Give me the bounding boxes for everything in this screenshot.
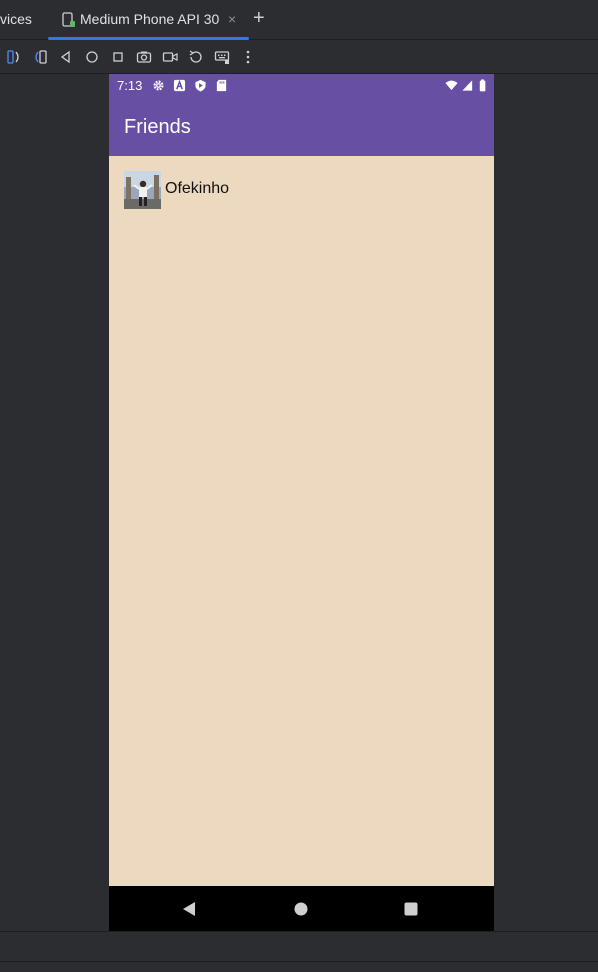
status-time: 7:13: [117, 78, 143, 93]
signal-icon: [462, 80, 473, 91]
recents-icon: [404, 902, 418, 915]
rotate-icon[interactable]: [188, 49, 204, 65]
phone-device-icon: [62, 12, 75, 27]
battery-icon: [479, 79, 486, 92]
friends-list: Ofekinho: [109, 156, 494, 886]
phone-screen[interactable]: 7:13 Friends Ofekinho: [109, 74, 494, 931]
home-icon: [294, 902, 308, 915]
add-tab-icon[interactable]: +: [253, 6, 265, 30]
tab-devices[interactable]: vices: [0, 11, 32, 27]
nav-home-button[interactable]: [271, 886, 331, 931]
avatar: [124, 171, 161, 209]
list-item[interactable]: Ofekinho: [124, 171, 479, 209]
friend-name: Ofekinho: [165, 180, 230, 197]
nav-recents-button[interactable]: [381, 886, 441, 931]
a-badge-icon: [173, 79, 186, 92]
wifi-icon: [445, 80, 458, 91]
emulator-toolbar: [0, 41, 598, 74]
back-icon[interactable]: [58, 49, 74, 65]
app-bar: Friends: [109, 98, 494, 156]
home-icon[interactable]: [84, 49, 100, 65]
tab-label: Medium Phone API 30: [80, 11, 220, 27]
tab-bar: vices Medium Phone API 30 × +: [0, 0, 598, 40]
status-bar: 7:13: [109, 74, 494, 98]
nav-back-button[interactable]: [159, 886, 219, 931]
gear-icon: [153, 80, 164, 91]
ide-status-strip: [0, 961, 598, 972]
screen-record-icon[interactable]: [162, 49, 178, 65]
shield-icon: [195, 79, 206, 92]
app-title: Friends: [124, 116, 191, 138]
active-tab-indicator: [48, 37, 249, 40]
more-icon[interactable]: [240, 49, 256, 65]
keyboard-icon[interactable]: [214, 49, 230, 65]
system-nav-bar: [109, 886, 494, 931]
tab-medium-phone[interactable]: Medium Phone API 30 ×: [48, 0, 249, 40]
sd-card-icon: [216, 79, 227, 92]
screenshot-icon[interactable]: [136, 49, 152, 65]
back-icon: [183, 901, 195, 916]
overview-icon[interactable]: [110, 49, 126, 65]
unfold-icon[interactable]: [32, 49, 48, 65]
ide-bottom-bar: [0, 931, 598, 961]
close-icon[interactable]: ×: [228, 11, 236, 27]
fold-icon[interactable]: [6, 49, 22, 65]
